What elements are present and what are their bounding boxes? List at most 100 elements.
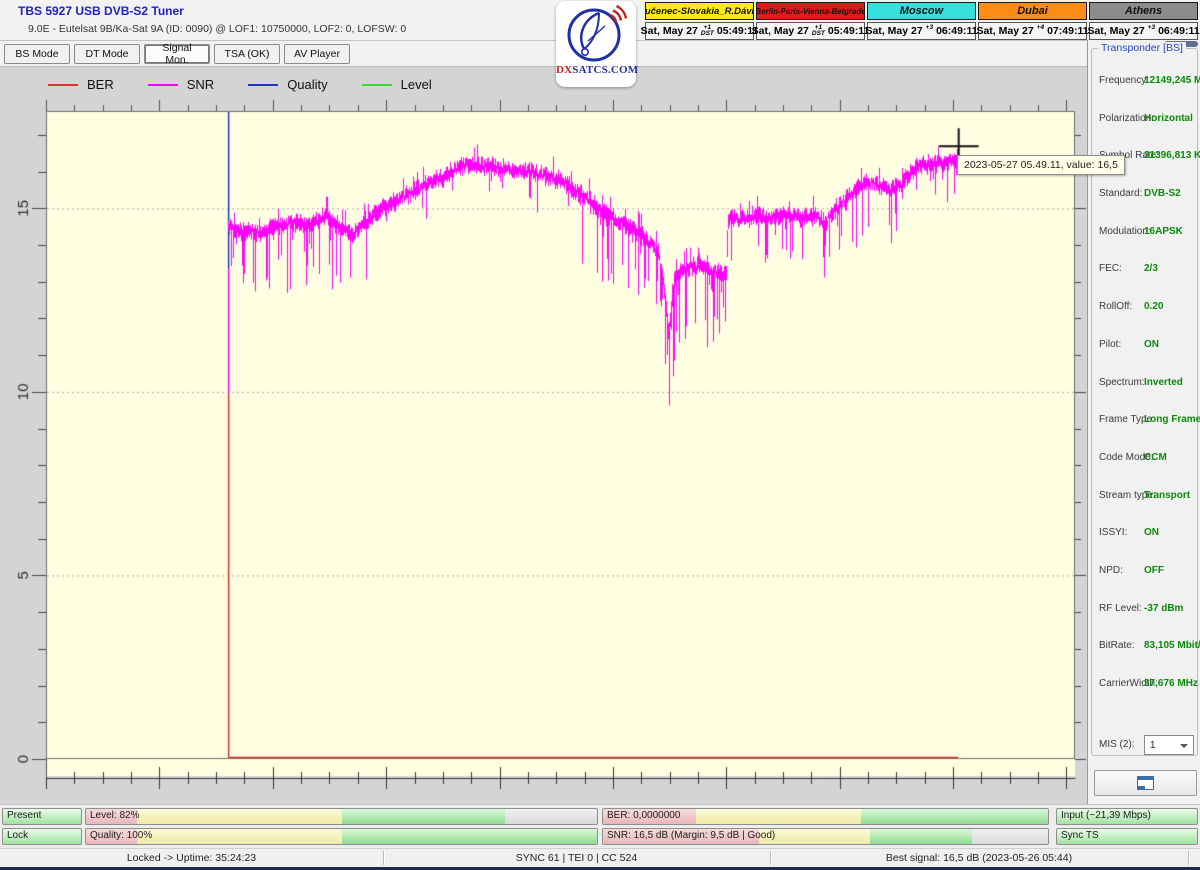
signal-chart-canvas[interactable] xyxy=(0,67,1087,805)
status-sync-counters: SYNC 61 | TEI 0 | CC 524 xyxy=(383,849,770,867)
mis-dropdown[interactable]: 1 xyxy=(1144,735,1194,755)
bar-segment-green xyxy=(342,829,598,844)
mode-tabs: BS ModeDT ModeSignal Mon.TSA (OK)AV Play… xyxy=(0,44,1087,66)
window-subtitle: 9.0E - Eutelsat 9B/Ka-Sat 9A (ID: 0090) … xyxy=(28,23,406,35)
clock-date: Sat, May 27 xyxy=(1087,25,1144,37)
quality-progressbar: Quality: 100% xyxy=(85,828,598,845)
signal-monitor-panel: BERSNRQualityLevel 2023-05-27 05.49.11, … xyxy=(0,66,1087,805)
status-uptime: Locked -> Uptime: 35:24:23 xyxy=(0,849,383,867)
bar-label: Quality: 100% xyxy=(90,830,152,841)
statusbar-separator xyxy=(1188,851,1189,865)
level-progressbar: Level: 82% xyxy=(85,808,598,825)
row-label: Standard: xyxy=(1099,188,1142,199)
legend-label: BER xyxy=(87,77,114,92)
tab-bs-mode[interactable]: BS Mode xyxy=(4,44,70,64)
legend-item-level: Level xyxy=(362,77,432,92)
row-value: DVB-S2 xyxy=(1144,188,1181,199)
clock-time: Sat, May 27+3 06:49:11 xyxy=(867,22,976,40)
bar-segment-yellow xyxy=(137,809,341,824)
clock-date: Sat, May 27 xyxy=(752,25,809,37)
clock-utc-offset: +3 xyxy=(926,25,933,38)
row-label: BitRate: xyxy=(1099,640,1135,651)
clock-city-label: Dubai xyxy=(978,2,1087,20)
row-value: 31396,813 KS/s xyxy=(1144,150,1200,161)
status-bar: Locked -> Uptime: 35:24:23 SYNC 61 | TEI… xyxy=(0,848,1200,867)
bar-segment-green xyxy=(861,809,1048,824)
row-value: 12149,245 MHz xyxy=(1144,75,1200,86)
legend-swatch-ber xyxy=(48,84,78,86)
clock-athens: Athens Sat, May 27 +3 06:49:11 xyxy=(1089,2,1198,40)
row-value: ON xyxy=(1144,527,1159,538)
legend-item-quality: Quality xyxy=(248,77,327,92)
offset-label xyxy=(928,31,930,38)
row-label: Modulation: xyxy=(1099,226,1151,237)
row-value: 16APSK xyxy=(1144,226,1183,237)
transponder-row-npd: NPD: OFF xyxy=(1096,565,1197,603)
offset-label: DST xyxy=(812,31,825,38)
tab-av-player[interactable]: AV Player xyxy=(284,44,350,64)
transponder-row-frequency: Frequency:12149,245 MHz xyxy=(1096,75,1197,113)
transponder-group-title: Transponder [BS] xyxy=(1098,42,1186,54)
row-label: Frequency: xyxy=(1099,75,1149,86)
clock-time: Sat, May 27+4 07:49:11 xyxy=(978,22,1087,40)
transponder-row-modulation: Modulation:16APSK xyxy=(1096,226,1197,264)
bar-label: Level: 82% xyxy=(90,810,139,821)
row-label: RF Level: xyxy=(1099,603,1142,614)
clock-utc-offset: +3 xyxy=(1148,25,1155,38)
clock-time: Sat, May 27+1DST05:49:11 xyxy=(645,22,754,40)
bar-segment-yellow xyxy=(759,829,870,844)
clock-lu-enec-slovakia-r-d-vid: Lučenec-Slovakia_R.Dávid Sat, May 27+1DST… xyxy=(645,2,754,40)
bar-segment-green xyxy=(870,829,972,844)
row-label: RollOff: xyxy=(1099,301,1132,312)
offset-label xyxy=(1039,31,1041,38)
row-value: ON xyxy=(1144,339,1159,350)
clock-date: Sat, May 27 xyxy=(641,25,698,37)
legend-label: Quality xyxy=(287,77,327,92)
transponder-row-rolloff: RollOff:0.20 xyxy=(1096,301,1197,339)
transponder-row-issyi: ISSYI:ON xyxy=(1096,527,1197,565)
clock-city-label: Athens xyxy=(1089,2,1198,20)
clock-date: Sat, May 27 xyxy=(865,25,922,37)
row-label: FEC: xyxy=(1099,263,1122,274)
transponder-row-bitrate: BitRate:83,105 Mbit/s xyxy=(1096,640,1197,678)
panel-toggle-button[interactable] xyxy=(1094,770,1197,796)
clock-utc-offset: +4 xyxy=(1037,25,1044,38)
legend-item-snr: SNR xyxy=(148,77,214,92)
clock-hms: 07:49:11 xyxy=(1047,25,1088,37)
row-label: NPD: xyxy=(1099,565,1123,576)
offset-label xyxy=(1150,31,1152,38)
tab-signal-mon[interactable]: Signal Mon. xyxy=(144,44,210,64)
statusbar-separator xyxy=(770,851,771,865)
dxsatcs-logo: DXSATCS.COM xyxy=(556,1,636,87)
clock-hms: 06:49:11 xyxy=(1158,25,1199,37)
mis-row: MIS (2): 1 xyxy=(1099,735,1197,757)
row-value: Transport xyxy=(1144,490,1190,501)
satellite-dish-icon xyxy=(565,4,627,66)
transponder-row-pilot: Pilot:ON xyxy=(1096,339,1197,377)
row-value: -37 dBm xyxy=(1144,603,1183,614)
tab-dt-mode[interactable]: DT Mode xyxy=(74,44,140,64)
row-value: 37,676 MHz xyxy=(1144,678,1198,689)
legend-swatch-level xyxy=(362,84,392,86)
tab-tsa-ok[interactable]: TSA (OK) xyxy=(214,44,280,64)
clock-moscow: MoscowSat, May 27+3 06:49:11 xyxy=(867,2,976,40)
legend-swatch-quality xyxy=(248,84,278,86)
window-title: TBS 5927 USB DVB-S2 Tuner xyxy=(18,4,184,18)
row-value: CCM xyxy=(1144,452,1167,463)
sync-ts-indicator: Sync TS xyxy=(1056,828,1198,845)
chart-tooltip: 2023-05-27 05.49.11, value: 16,5 xyxy=(957,155,1125,175)
clock-city-label: Lučenec-Slovakia_R.Dávid xyxy=(645,2,754,20)
clock-dubai: Dubai Sat, May 27+4 07:49:11 xyxy=(978,2,1087,40)
transponder-row-stream-type: Stream type:Transport xyxy=(1096,490,1197,528)
present-indicator: Present xyxy=(2,808,82,825)
chevron-down-icon xyxy=(1180,744,1188,748)
bar-segment-yellow xyxy=(137,829,341,844)
transponder-row-code-mode: Code Mode:CCM xyxy=(1096,452,1197,490)
clock-berlin-paris-vienna-belgrade: Berlin-Paris-Vienna-BelgradeSat, May 27+… xyxy=(756,2,865,40)
row-label: Spectrum: xyxy=(1099,377,1145,388)
transponder-row-fec: FEC:2/3 xyxy=(1096,263,1197,301)
clock-time: Sat, May 27 +3 06:49:11 xyxy=(1089,22,1198,40)
row-value: OFF xyxy=(1144,565,1164,576)
bar-label: SNR: 16,5 dB (Margin: 9,5 dB | Good) xyxy=(607,830,775,841)
input-indicator: Input (~21,39 Mbps) xyxy=(1056,808,1198,825)
